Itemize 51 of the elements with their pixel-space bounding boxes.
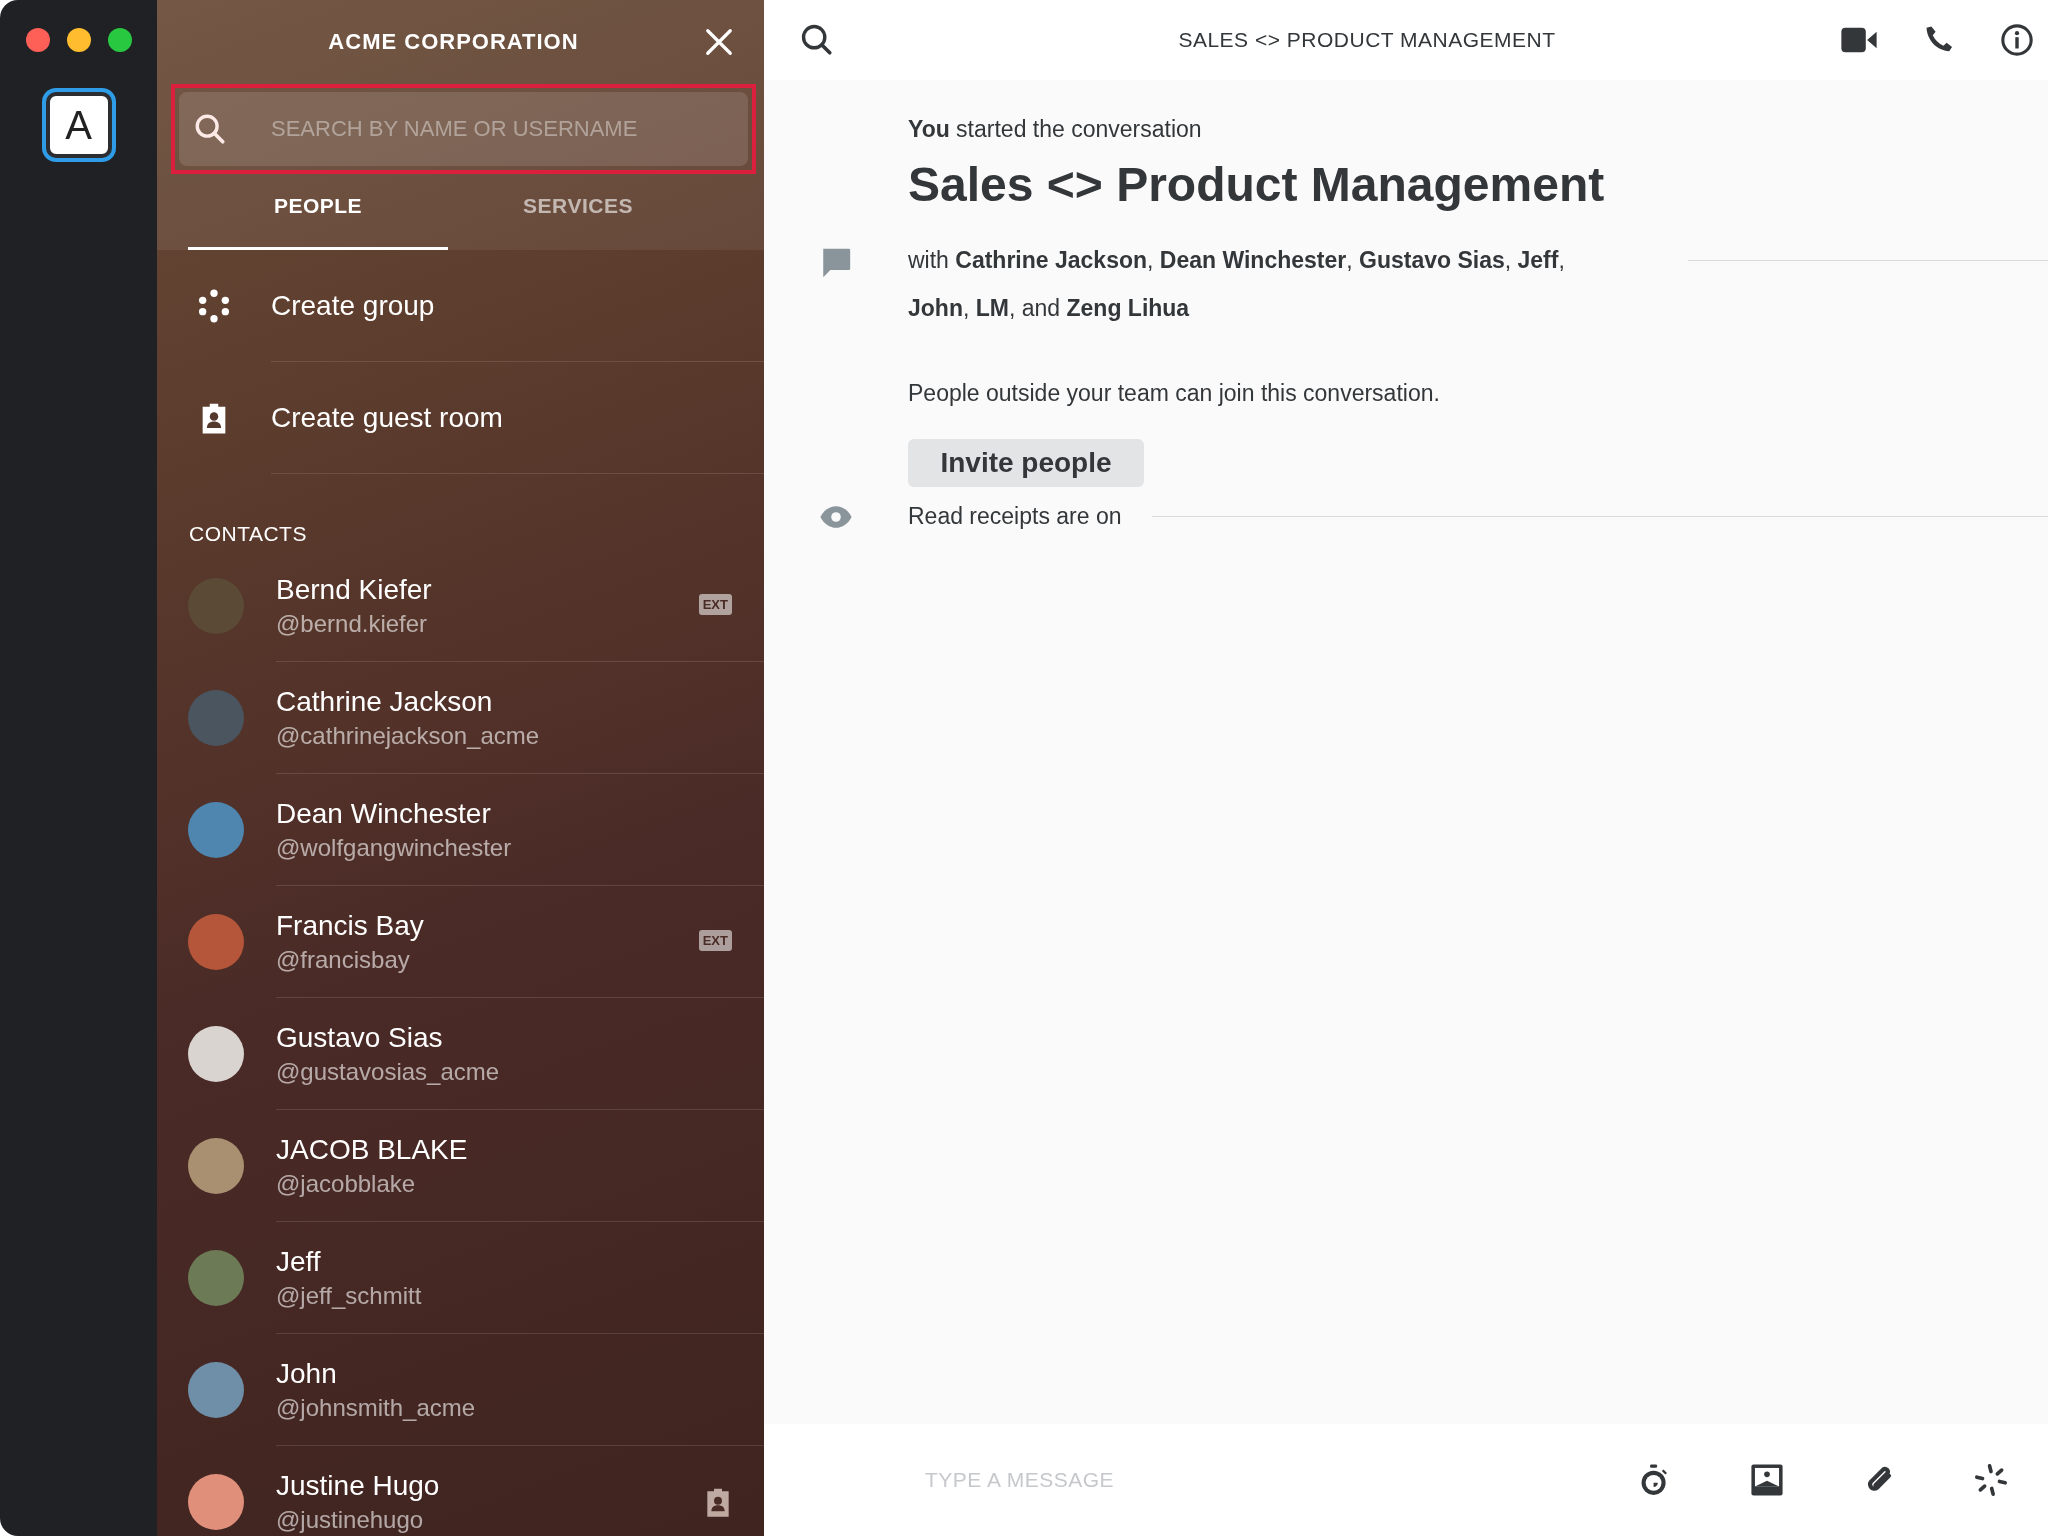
avatar-photo — [188, 1474, 244, 1530]
contact-handle: @justinehugo — [276, 1505, 425, 1534]
read-receipts-text: Read receipts are on — [908, 503, 1122, 530]
contact-handle: @jeff_schmitt — [276, 1281, 423, 1310]
avatar-photo — [188, 802, 244, 858]
contact-handle: @gustavosias_acme — [276, 1057, 501, 1086]
participants-text: with Cathrine Jackson, Dean Winchester, Gustavo Sias, Jeff, John, LM, and Zeng Lihua — [908, 246, 1566, 323]
avatar-photo — [188, 1362, 244, 1418]
conversation-title: SALES <> PRODUCT MANAGEMENT — [1177, 28, 1557, 52]
contact-handle: @jacobblake — [276, 1169, 417, 1198]
contact-name[interactable]: JACOB BLAKE — [276, 1133, 468, 1166]
avatar-photo — [188, 914, 244, 970]
contact-name[interactable]: Gustavo Sias — [276, 1021, 443, 1054]
contact-name[interactable]: John — [276, 1357, 337, 1390]
dots-icon — [197, 289, 231, 323]
tab[interactable]: SERVICES — [448, 174, 708, 250]
close-icon[interactable] — [704, 27, 734, 57]
search-icon — [193, 112, 227, 146]
image-icon[interactable] — [1750, 1463, 1784, 1497]
search-icon[interactable] — [800, 23, 834, 57]
contact-handle: @cathrinejackson_acme — [276, 721, 541, 750]
contact-name[interactable]: Justine Hugo — [276, 1469, 440, 1502]
contact-handle: @bernd.kiefer — [276, 609, 429, 638]
contact-name[interactable]: Bernd Kiefer — [276, 573, 432, 606]
sidebar-title: ACME CORPORATION — [327, 29, 580, 55]
eye-icon — [819, 504, 853, 529]
message-field[interactable]: TYPE A MESSAGE — [923, 1467, 1638, 1493]
contact-name[interactable]: Dean Winchester — [276, 797, 491, 830]
invite-people-button[interactable]: Invite people — [908, 439, 1144, 487]
tab[interactable]: PEOPLE — [188, 174, 448, 250]
external-badge: EXT — [698, 930, 732, 951]
info-icon[interactable] — [2000, 23, 2034, 57]
avatar-photo — [188, 1250, 244, 1306]
window-minimize-button[interactable] — [66, 28, 91, 52]
guest-note: People outside your team can join this conversation. — [908, 380, 1440, 407]
sparkle-icon[interactable] — [1974, 1463, 2008, 1497]
avatar-photo — [188, 1026, 244, 1082]
system-message: You started the conversation — [908, 115, 1202, 143]
external-badge: EXT — [698, 594, 732, 615]
window-close-button[interactable] — [25, 28, 50, 52]
contact-handle: @johnsmith_acme — [276, 1393, 477, 1422]
avatar-photo — [188, 1138, 244, 1194]
contact-name[interactable]: Francis Bay — [276, 909, 424, 942]
contact-name[interactable]: Jeff — [276, 1245, 321, 1278]
conversation-heading: Sales <> Product Management — [908, 157, 1605, 212]
contact-handle: @francisbay — [276, 945, 411, 974]
contact-name[interactable]: Cathrine Jackson — [276, 685, 493, 718]
section-heading: CONTACTS — [188, 521, 308, 546]
window-zoom-button[interactable] — [107, 28, 132, 52]
contact-handle: @wolfgangwinchester — [276, 833, 513, 862]
avatar-photo — [188, 690, 244, 746]
